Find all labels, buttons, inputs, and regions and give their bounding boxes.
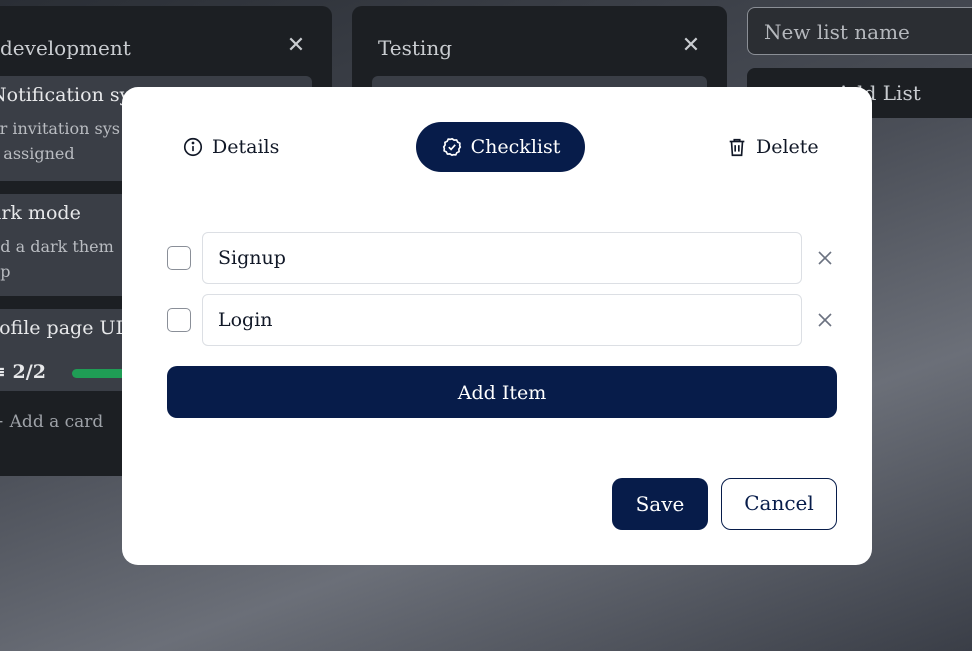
- card-title: Notification sy: [0, 84, 131, 106]
- list-title: Testing: [378, 36, 453, 60]
- save-button[interactable]: Save: [612, 478, 708, 530]
- checklist-progress: ≡ 2/2: [0, 361, 46, 383]
- new-list-input[interactable]: New list name: [747, 7, 972, 55]
- close-icon[interactable]: ✕: [681, 35, 701, 57]
- cancel-button[interactable]: Cancel: [721, 478, 837, 530]
- close-icon[interactable]: [815, 248, 835, 268]
- plus-icon: +: [0, 412, 10, 432]
- add-card-label: Add a card: [9, 412, 104, 432]
- info-icon: [183, 137, 203, 157]
- card-description-line: pp: [0, 262, 11, 281]
- card-description-line: or invitation sys: [0, 119, 120, 138]
- card-description: or invitation sys s assigned: [0, 116, 120, 166]
- checklist-item: [167, 232, 837, 284]
- add-card-button[interactable]: + Add a card: [0, 412, 103, 432]
- checklist-item-input[interactable]: [202, 232, 802, 284]
- close-icon[interactable]: [815, 310, 835, 330]
- close-icon[interactable]: ✕: [286, 35, 306, 57]
- list-title: development: [0, 36, 131, 60]
- checklist-icon: ≡: [0, 361, 13, 383]
- tab-details[interactable]: Details: [182, 122, 279, 172]
- trash-icon: [729, 138, 745, 157]
- card-title: ark mode: [0, 202, 81, 224]
- tab-label: Checklist: [470, 136, 561, 158]
- card-modal: Details Checklist Delete Add Item Save C…: [122, 87, 872, 565]
- card-description-line: s assigned: [0, 144, 75, 163]
- check-badge-icon: [442, 137, 461, 157]
- card-title: rofile page UI: [0, 317, 124, 339]
- tab-delete[interactable]: Delete: [726, 122, 819, 172]
- card-description-line: dd a dark them: [0, 237, 114, 256]
- checklist-item-input[interactable]: [202, 294, 802, 346]
- checklist-checkbox[interactable]: [167, 246, 191, 270]
- checklist-checkbox[interactable]: [167, 308, 191, 332]
- add-item-button[interactable]: Add Item: [167, 366, 837, 418]
- tab-label: Delete: [756, 136, 819, 158]
- tab-checklist[interactable]: Checklist: [416, 122, 585, 172]
- checklist-item: [167, 294, 837, 346]
- card-description: dd a dark them pp: [0, 234, 114, 284]
- progress-text: 2/2: [12, 361, 46, 383]
- tab-label: Details: [212, 136, 280, 158]
